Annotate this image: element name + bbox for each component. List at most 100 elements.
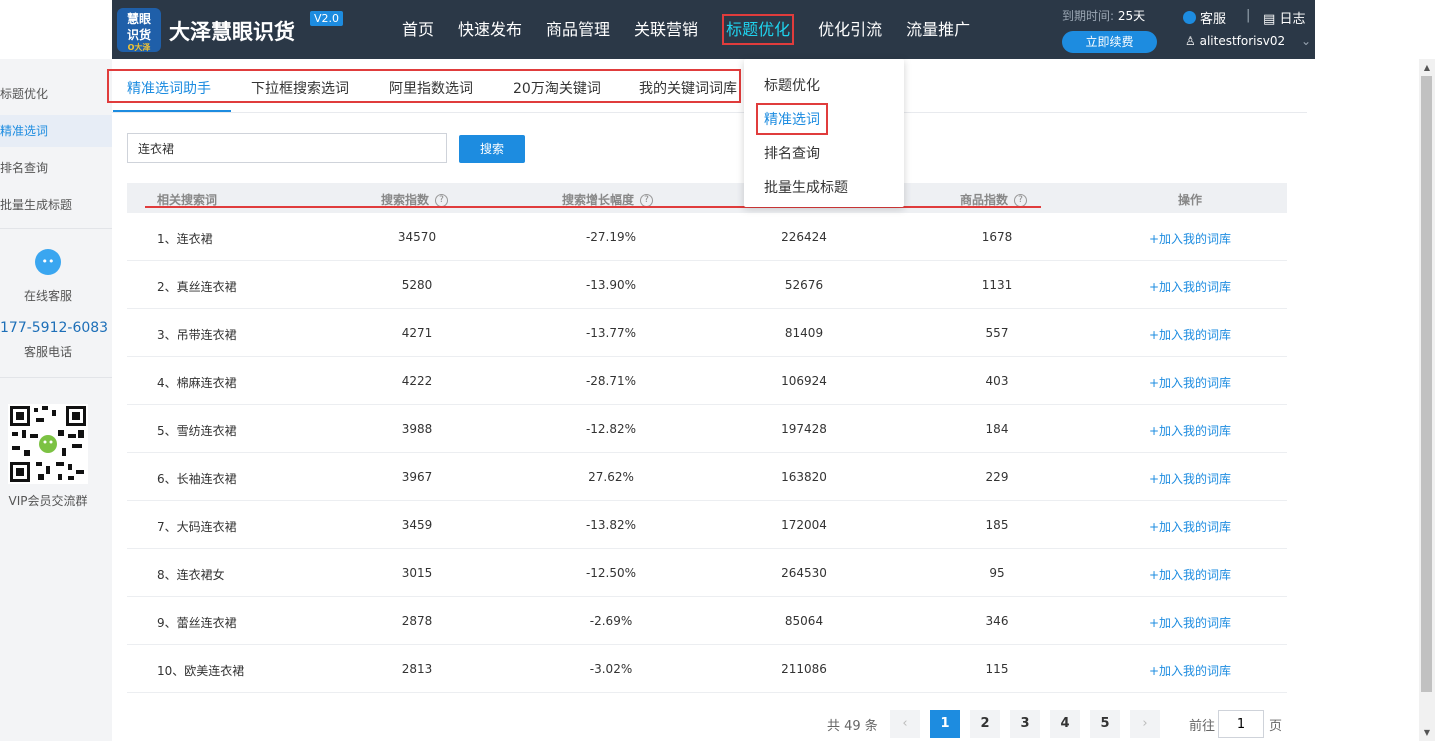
nav-home[interactable]: 首页 — [390, 0, 446, 59]
page-button[interactable]: 3 — [1010, 710, 1040, 738]
table-header — [127, 183, 1287, 213]
cell-keyword: 10、欧美连衣裙 — [157, 664, 245, 678]
sidebar-item-batch-titles[interactable]: 批量生成标题 — [0, 189, 112, 221]
table-row: 9、蕾丝连衣裙 2878 -2.69% 85064 346 +加入我的词库 — [127, 597, 1287, 645]
add-to-library-link[interactable]: +加入我的词库 — [1149, 566, 1231, 583]
app-logo[interactable]: 慧眼 识货 O大泽 — [117, 8, 161, 52]
add-to-library-link[interactable]: +加入我的词库 — [1149, 374, 1231, 391]
cell-value: 264530 — [781, 566, 827, 580]
page-button[interactable]: 4 — [1050, 710, 1080, 738]
goto-label: 前往 — [1189, 719, 1216, 734]
add-to-library-link[interactable]: +加入我的词库 — [1149, 326, 1231, 343]
cell-goods-index: 115 — [985, 662, 1009, 676]
sidebar-item-rank-query[interactable]: 排名查询 — [0, 152, 112, 184]
total-count: 共 49 条 — [827, 719, 878, 734]
cell-goods-index: 229 — [985, 470, 1009, 484]
cell-value: 163820 — [781, 470, 827, 484]
cell-goods-index: 557 — [985, 326, 1009, 340]
add-to-library-link[interactable]: +加入我的词库 — [1149, 518, 1231, 535]
chat-bubble-icon[interactable]: •• — [35, 249, 61, 275]
prev-page-button[interactable]: ‹ — [890, 710, 920, 738]
nav-quick-publish[interactable]: 快速发布 — [446, 0, 534, 59]
cell-growth: -2.69% — [589, 614, 633, 628]
cell-goods-index: 1131 — [981, 278, 1013, 292]
user-icon: ♙ — [1185, 34, 1196, 48]
vip-group-label: VIP会员交流群 — [8, 494, 88, 508]
cell-value: 85064 — [784, 614, 824, 628]
page-button[interactable]: 1 — [930, 710, 960, 738]
chevron-down-icon: ⌄ — [1300, 34, 1312, 48]
renew-button[interactable]: 立即续费 — [1062, 31, 1157, 53]
logo-line1: 慧眼 — [126, 12, 151, 26]
nav-optimize-traffic[interactable]: 优化引流 — [806, 0, 894, 59]
dropdown-item-rank-query[interactable]: 排名查询 — [764, 143, 820, 163]
cell-value: 197428 — [781, 422, 827, 436]
tab-ali-index-keywords[interactable]: 阿里指数选词 — [389, 78, 473, 98]
page-button[interactable]: 5 — [1090, 710, 1120, 738]
cell-value: 106924 — [781, 374, 827, 388]
cell-value: 81409 — [784, 326, 824, 340]
add-to-library-link[interactable]: +加入我的词库 — [1149, 470, 1231, 487]
page-button[interactable]: 2 — [970, 710, 1000, 738]
log-label: 日志 — [1279, 12, 1306, 27]
table-row: 10、欧美连衣裙 2813 -3.02% 211086 115 +加入我的词库 — [127, 645, 1287, 693]
service-icon — [1183, 11, 1196, 24]
scrollbar-thumb[interactable] — [1421, 76, 1432, 692]
add-to-library-link[interactable]: +加入我的词库 — [1149, 422, 1231, 439]
sidebar-item-title-optimization[interactable]: 标题优化 — [0, 78, 112, 110]
cell-search-index: 2813 — [401, 662, 433, 676]
cell-search-index: 3459 — [401, 518, 433, 532]
sidebar-divider — [0, 377, 112, 378]
keyword-search-input[interactable] — [127, 133, 447, 163]
next-page-button[interactable]: › — [1130, 710, 1160, 738]
tab-my-keyword-library[interactable]: 我的关键词词库 — [639, 78, 737, 98]
cell-search-index: 2878 — [401, 614, 433, 628]
cell-keyword: 1、连衣裙 — [157, 232, 213, 246]
dropdown-item-title-optimization[interactable]: 标题优化 — [764, 75, 820, 95]
user-menu[interactable]: ♙ alitestforisv02 ⌄ — [1185, 34, 1311, 48]
cell-growth: -27.19% — [585, 230, 637, 244]
dropdown-item-precise-keywords[interactable]: 精准选词 — [756, 103, 828, 135]
cell-value: 52676 — [784, 278, 824, 292]
table-row: 2、真丝连衣裙 5280 -13.90% 52676 1131 +加入我的词库 — [127, 261, 1287, 309]
add-to-library-link[interactable]: +加入我的词库 — [1149, 614, 1231, 631]
scroll-up-icon[interactable]: ▲ — [1421, 62, 1433, 74]
cell-search-index: 3015 — [401, 566, 433, 580]
log-link[interactable]: ▤ 日志 — [1263, 8, 1305, 27]
online-service-label[interactable]: 在线客服 — [0, 287, 96, 304]
dropdown-item-batch-titles[interactable]: 批量生成标题 — [764, 177, 848, 197]
nav-traffic-promotion[interactable]: 流量推广 — [894, 0, 982, 59]
cell-goods-index: 403 — [985, 374, 1009, 388]
tab-dropdown-search-keywords[interactable]: 下拉框搜索选词 — [251, 78, 349, 98]
table-row: 7、大码连衣裙 3459 -13.82% 172004 185 +加入我的词库 — [127, 501, 1287, 549]
nav-title-optimization[interactable]: 标题优化 — [710, 0, 806, 59]
add-to-library-link[interactable]: +加入我的词库 — [1149, 278, 1231, 295]
qr-code-icon — [8, 404, 88, 484]
cell-search-index: 3967 — [401, 470, 433, 484]
cell-growth: -13.82% — [585, 518, 637, 532]
service-phone: 177-5912-6083 — [0, 320, 109, 336]
top-header: 慧眼 识货 O大泽 大泽慧眼识货 V2.0 首页 快速发布 商品管理 关联营销 … — [0, 0, 1435, 59]
sidebar-item-precise-keywords[interactable]: 精准选词 — [0, 115, 112, 147]
add-to-library-link[interactable]: +加入我的词库 — [1149, 662, 1231, 679]
customer-service-link[interactable]: 客服 — [1183, 8, 1226, 27]
cell-value: 226424 — [781, 230, 827, 244]
scroll-down-icon[interactable]: ▼ — [1421, 727, 1433, 739]
main-nav: 首页 快速发布 商品管理 关联营销 标题优化 优化引流 流量推广 — [390, 0, 982, 59]
cell-value: 172004 — [781, 518, 827, 532]
log-icon: ▤ — [1263, 12, 1276, 27]
goto-page-input[interactable] — [1218, 710, 1264, 738]
table-row: 4、棉麻连衣裙 4222 -28.71% 106924 403 +加入我的词库 — [127, 357, 1287, 405]
add-to-library-link[interactable]: +加入我的词库 — [1149, 230, 1231, 247]
search-button[interactable]: 搜索 — [459, 135, 525, 163]
tabs-divider — [112, 112, 1307, 113]
tab-200k-taobao-keywords[interactable]: 20万淘关键词 — [513, 78, 601, 98]
cell-search-index: 4222 — [401, 374, 433, 388]
nav-related-marketing[interactable]: 关联营销 — [622, 0, 710, 59]
cell-growth: -13.90% — [585, 278, 637, 292]
sidebar-divider — [0, 228, 112, 229]
tab-precise-keyword-assistant[interactable]: 精准选词助手 — [127, 78, 211, 98]
nav-product-management[interactable]: 商品管理 — [534, 0, 622, 59]
cell-goods-index: 346 — [985, 614, 1009, 628]
table-row: 3、吊带连衣裙 4271 -13.77% 81409 557 +加入我的词库 — [127, 309, 1287, 357]
